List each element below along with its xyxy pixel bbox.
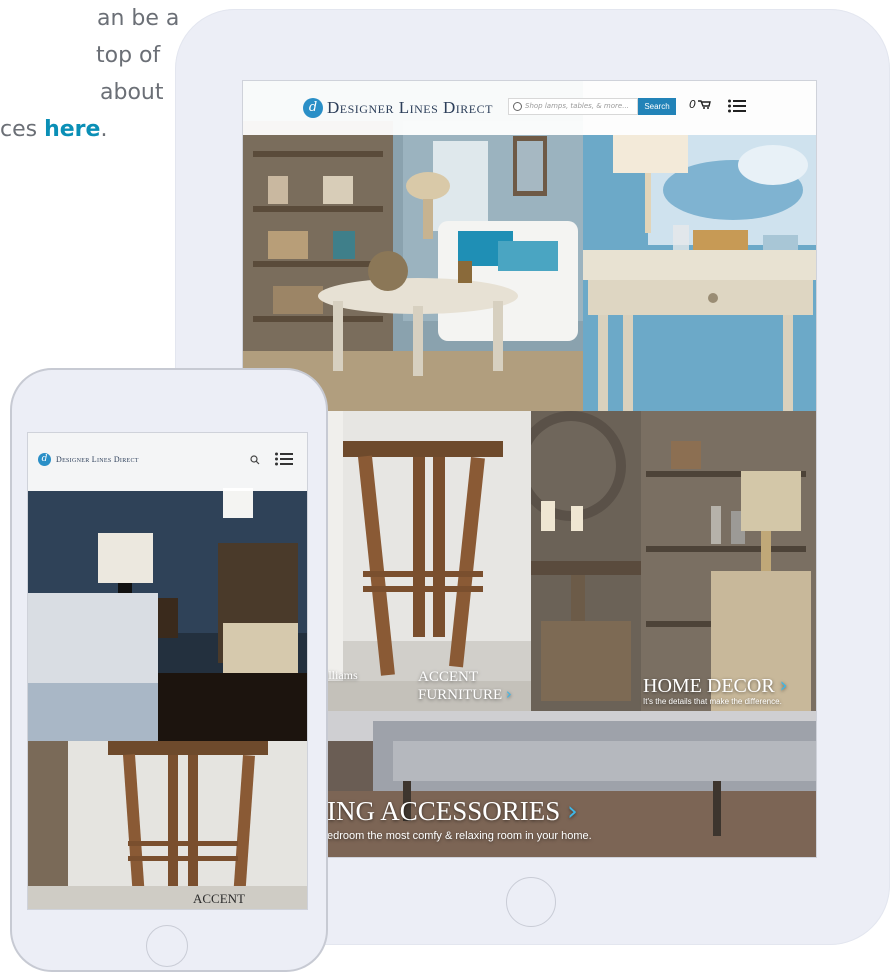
chevron-right-icon: › [567, 796, 578, 827]
phone-home-button[interactable] [146, 925, 188, 967]
cart-count: 0 [689, 98, 696, 111]
menu-list-icon[interactable] [728, 99, 746, 113]
tablet-site-header: d Designer Lines Direct Shop lamps, tabl… [243, 81, 816, 135]
bedding-caption[interactable]: ING ACCESSORIES › [327, 796, 578, 827]
search-placeholder: Shop lamps, tables, & more... [525, 102, 629, 110]
phone-brand-name[interactable]: Designer Lines Direct [56, 455, 139, 464]
search-icon [513, 102, 522, 111]
phone-brand-logo-icon[interactable]: d [38, 453, 51, 466]
home-decor-tagline: It's the details that make the differenc… [643, 697, 782, 706]
phone-screen: ACCENT d Designer Lines Direct [27, 432, 308, 910]
brand-logo-icon[interactable]: d [303, 98, 323, 118]
accent-watermark: illiams [325, 668, 358, 682]
bedding-tagline: edroom the most comfy & relaxing room in… [327, 830, 592, 842]
intro-line-4-suffix: . [100, 117, 108, 142]
tablet-screen: illiams ACCENT FURNITURE › HOME DECOR › … [242, 80, 817, 858]
chevron-right-icon: › [505, 685, 512, 703]
home-decor-title: HOME DECOR [643, 675, 775, 697]
intro-line-1: an be a [97, 6, 180, 31]
search-button[interactable]: Search [638, 98, 676, 115]
intro-line-4-prefix: ces [0, 117, 38, 142]
chevron-right-icon: › [779, 673, 788, 697]
brand-name[interactable]: Designer Lines Direct [327, 98, 493, 118]
phone-menu-list-icon[interactable] [275, 452, 293, 466]
accent-caption-line1: ACCENT [418, 669, 478, 685]
home-decor-caption[interactable]: HOME DECOR › [643, 673, 788, 698]
console-table-image [583, 135, 816, 411]
tablet-home-button[interactable] [506, 877, 556, 927]
phone-accent-panel[interactable] [28, 741, 307, 909]
accent-caption-line2: FURNITURE › [418, 686, 512, 704]
phone-site-header: d Designer Lines Direct [28, 433, 307, 491]
here-link[interactable]: here [44, 117, 100, 142]
console-table-panel[interactable] [583, 135, 816, 411]
home-decor-image [531, 411, 816, 711]
search-input[interactable]: Shop lamps, tables, & more... [508, 98, 638, 115]
phone-accent-caption[interactable]: ACCENT [193, 891, 245, 907]
home-decor-panel[interactable] [531, 411, 816, 711]
phone-accent-image [28, 741, 307, 909]
phone-search-icon[interactable] [250, 455, 260, 465]
intro-line-2: top of [96, 43, 161, 68]
bedding-title: ING ACCESSORIES [327, 796, 561, 826]
accent-furniture-caption[interactable]: ACCENT FURNITURE › [418, 669, 512, 704]
intro-line-3: about [100, 80, 164, 105]
intro-line-4: ces here. [0, 111, 107, 148]
accent-caption-line2-text: FURNITURE [418, 687, 503, 703]
cart-icon[interactable] [698, 100, 711, 109]
